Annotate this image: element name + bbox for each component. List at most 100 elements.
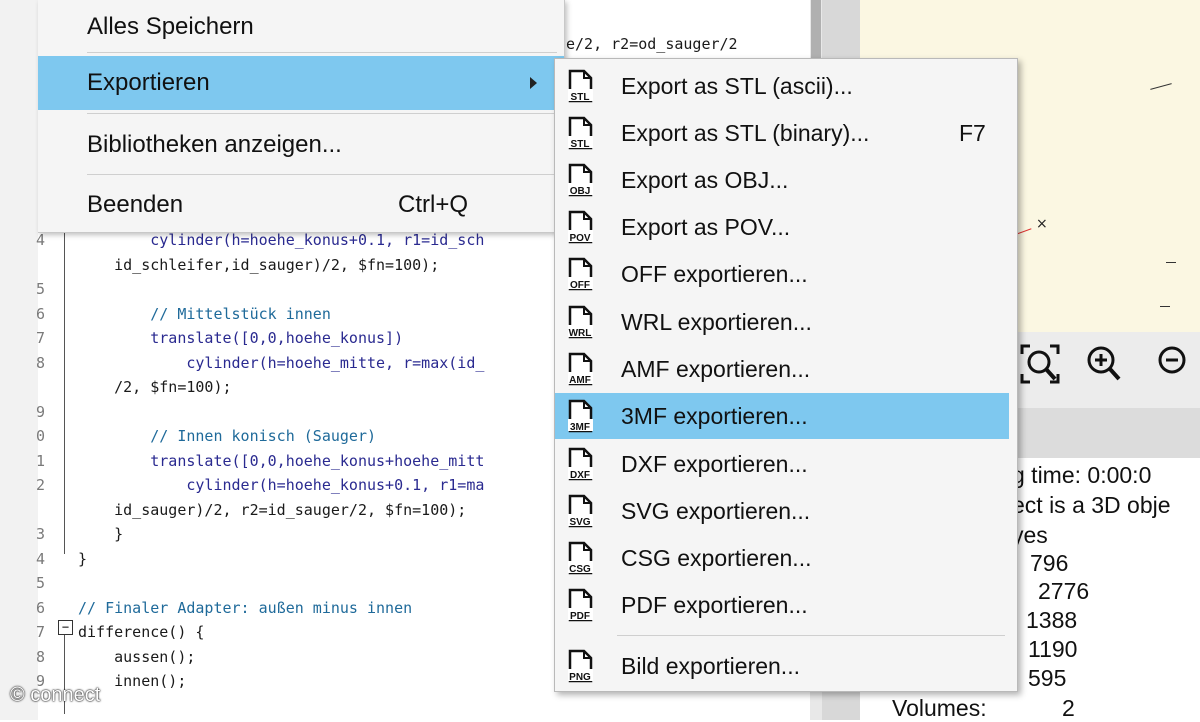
console-line: 595 bbox=[1028, 665, 1067, 691]
axis-line bbox=[1166, 262, 1176, 263]
amf-file-icon: AMF bbox=[565, 352, 595, 386]
3mf-file-icon: 3MF bbox=[565, 399, 595, 433]
line-number: 5 bbox=[36, 280, 46, 298]
fold-toggle-icon[interactable]: − bbox=[58, 620, 73, 635]
svg-text:STL: STL bbox=[571, 92, 590, 103]
line-number: 8 bbox=[36, 353, 46, 372]
submenu-item-png[interactable]: PNG Bild exportieren... bbox=[555, 643, 1009, 689]
menu-item-show-libraries[interactable]: Bibliotheken anzeigen... bbox=[38, 118, 564, 172]
submenu-item-label: Export as STL (binary)... bbox=[621, 120, 870, 146]
menu-separator bbox=[87, 113, 557, 114]
code-text: } bbox=[78, 549, 88, 568]
svg-text:OFF: OFF bbox=[570, 280, 590, 291]
svg-text:SVG: SVG bbox=[569, 517, 590, 528]
code-text: difference() { bbox=[78, 623, 205, 641]
code-text: cylinder(h=hoehe_mitte, r=max(id_ bbox=[78, 353, 485, 372]
code-text: translate([0,0,hoehe_konus]) bbox=[78, 329, 404, 347]
menu-item-quit[interactable]: Beenden Ctrl+Q bbox=[38, 178, 564, 232]
submenu-item-wrl[interactable]: WRL WRL exportieren... bbox=[555, 299, 1009, 345]
line-number: 6 bbox=[36, 598, 46, 617]
submenu-item-label: WRL exportieren... bbox=[621, 309, 812, 335]
menu-item-save-all[interactable]: Alles Speichern bbox=[38, 0, 564, 54]
dxf-file-icon: DXF bbox=[565, 447, 595, 481]
obj-file-icon: OBJ bbox=[565, 163, 595, 197]
code-text: cylinder(h=hoehe_konus+0.1, r1=ma bbox=[78, 476, 485, 494]
submenu-item-svg[interactable]: SVG SVG exportieren... bbox=[555, 488, 1009, 534]
submenu-item-label: Export as STL (ascii)... bbox=[621, 73, 853, 99]
submenu-item-label: Export as OBJ... bbox=[621, 167, 789, 193]
submenu-item-label: Export as POV... bbox=[621, 214, 791, 240]
submenu-item-label: SVG exportieren... bbox=[621, 498, 811, 524]
submenu-item-obj[interactable]: OBJ Export as OBJ... bbox=[555, 157, 1009, 203]
menu-separator bbox=[87, 52, 557, 53]
pdf-file-icon: PDF bbox=[565, 588, 595, 622]
csg-file-icon: CSG bbox=[565, 541, 595, 575]
code-text: // Mittelstück innen bbox=[78, 304, 331, 323]
code-text: id_schleifer,id_sauger)/2, $fn=100); bbox=[78, 255, 440, 274]
submenu-item-pov[interactable]: POV Export as POV... bbox=[555, 204, 1009, 250]
volumes-label: Volumes: bbox=[892, 695, 987, 721]
line-number: 9 bbox=[36, 402, 46, 421]
line-number: 2 bbox=[36, 476, 46, 494]
fold-guide bbox=[64, 232, 65, 554]
line-number: 6 bbox=[36, 304, 46, 323]
submenu-item-label: AMF exportieren... bbox=[621, 356, 811, 382]
submenu-item-stl[interactable]: STL Export as STL (binary)... F7 bbox=[555, 110, 1009, 156]
svg-text:CSG: CSG bbox=[569, 564, 591, 575]
console-line: ect is a 3D obje bbox=[1012, 492, 1171, 518]
submenu-item-pdf[interactable]: PDF PDF exportieren... bbox=[555, 582, 1009, 628]
console-line: 1190 bbox=[1028, 636, 1078, 662]
console-line: 2776 bbox=[1038, 578, 1090, 604]
menu-separator bbox=[87, 174, 557, 175]
submenu-item-label: CSG exportieren... bbox=[621, 545, 812, 571]
axis-line bbox=[1160, 306, 1170, 307]
code-text: translate([0,0,hoehe_konus+hoehe_mitt bbox=[78, 451, 485, 470]
submenu-item-amf[interactable]: AMF AMF exportieren... bbox=[555, 346, 1009, 392]
menu-item-shortcut: Ctrl+Q bbox=[398, 191, 469, 218]
zoom-in-icon[interactable] bbox=[1082, 342, 1126, 386]
svg-text:DXF: DXF bbox=[570, 470, 590, 481]
submenu-item-off[interactable]: OFF OFF exportieren... bbox=[555, 251, 1009, 297]
line-number: 4 bbox=[36, 549, 46, 568]
submenu-item-dxf[interactable]: DXF DXF exportieren... bbox=[555, 441, 1009, 487]
zoom-all-icon[interactable] bbox=[1018, 342, 1062, 386]
submenu-item-label: 3MF exportieren... bbox=[621, 403, 808, 429]
volumes-value: 2 bbox=[1062, 695, 1075, 721]
submenu-item-stl[interactable]: STL Export as STL (ascii)... bbox=[555, 63, 1009, 109]
submenu-item-label: DXF exportieren... bbox=[621, 451, 808, 477]
code-line-top-fragment: e/2, r2=od_sauger/2 bbox=[566, 35, 738, 53]
code-text: /2, $fn=100); bbox=[78, 378, 232, 396]
svg-text:WRL: WRL bbox=[569, 328, 592, 339]
editor-scrollbar-thumb[interactable] bbox=[811, 0, 821, 60]
stl-file-icon: STL bbox=[565, 69, 595, 103]
zoom-out-icon[interactable] bbox=[1150, 342, 1190, 386]
axis-cross-icon: × bbox=[1036, 216, 1048, 232]
export-submenu: STL Export as STL (ascii)... STL Export as … bbox=[554, 58, 1018, 692]
submenu-item-3mf[interactable]: 3MF 3MF exportieren... bbox=[555, 393, 1009, 439]
svg-text:AMF: AMF bbox=[569, 375, 591, 386]
svg-text:STL: STL bbox=[571, 139, 590, 150]
menu-item-label: Beenden bbox=[87, 191, 184, 218]
code-text: aussen(); bbox=[78, 647, 196, 666]
wrl-file-icon: WRL bbox=[565, 305, 595, 339]
svg-text:POV: POV bbox=[569, 233, 590, 244]
console-line: 1388 bbox=[1026, 607, 1078, 633]
console-line: 796 bbox=[1030, 550, 1069, 576]
menu-item-label: Bibliotheken anzeigen... bbox=[87, 131, 342, 158]
code-text: id_sauger)/2, r2=id_sauger/2, $fn=100); bbox=[78, 500, 467, 519]
line-number: 1 bbox=[36, 451, 46, 470]
png-file-icon: PNG bbox=[565, 649, 595, 683]
menu-item-label: Alles Speichern bbox=[87, 13, 254, 40]
off-file-icon: OFF bbox=[565, 257, 595, 291]
line-number: 3 bbox=[36, 525, 46, 543]
svg-file-icon: SVG bbox=[565, 494, 595, 528]
pov-file-icon: POV bbox=[565, 210, 595, 244]
code-text: // Finaler Adapter: außen minus innen bbox=[78, 598, 413, 617]
submenu-item-csg[interactable]: CSG CSG exportieren... bbox=[555, 535, 1009, 581]
line-number: 0 bbox=[36, 427, 46, 445]
svg-text:OBJ: OBJ bbox=[570, 186, 591, 197]
console-header bbox=[1010, 408, 1200, 458]
file-menu: Alles Speichern Exportieren Bibliotheken… bbox=[38, 0, 565, 233]
menu-item-export[interactable]: Exportieren bbox=[38, 56, 564, 110]
submenu-arrow-icon bbox=[530, 77, 537, 89]
